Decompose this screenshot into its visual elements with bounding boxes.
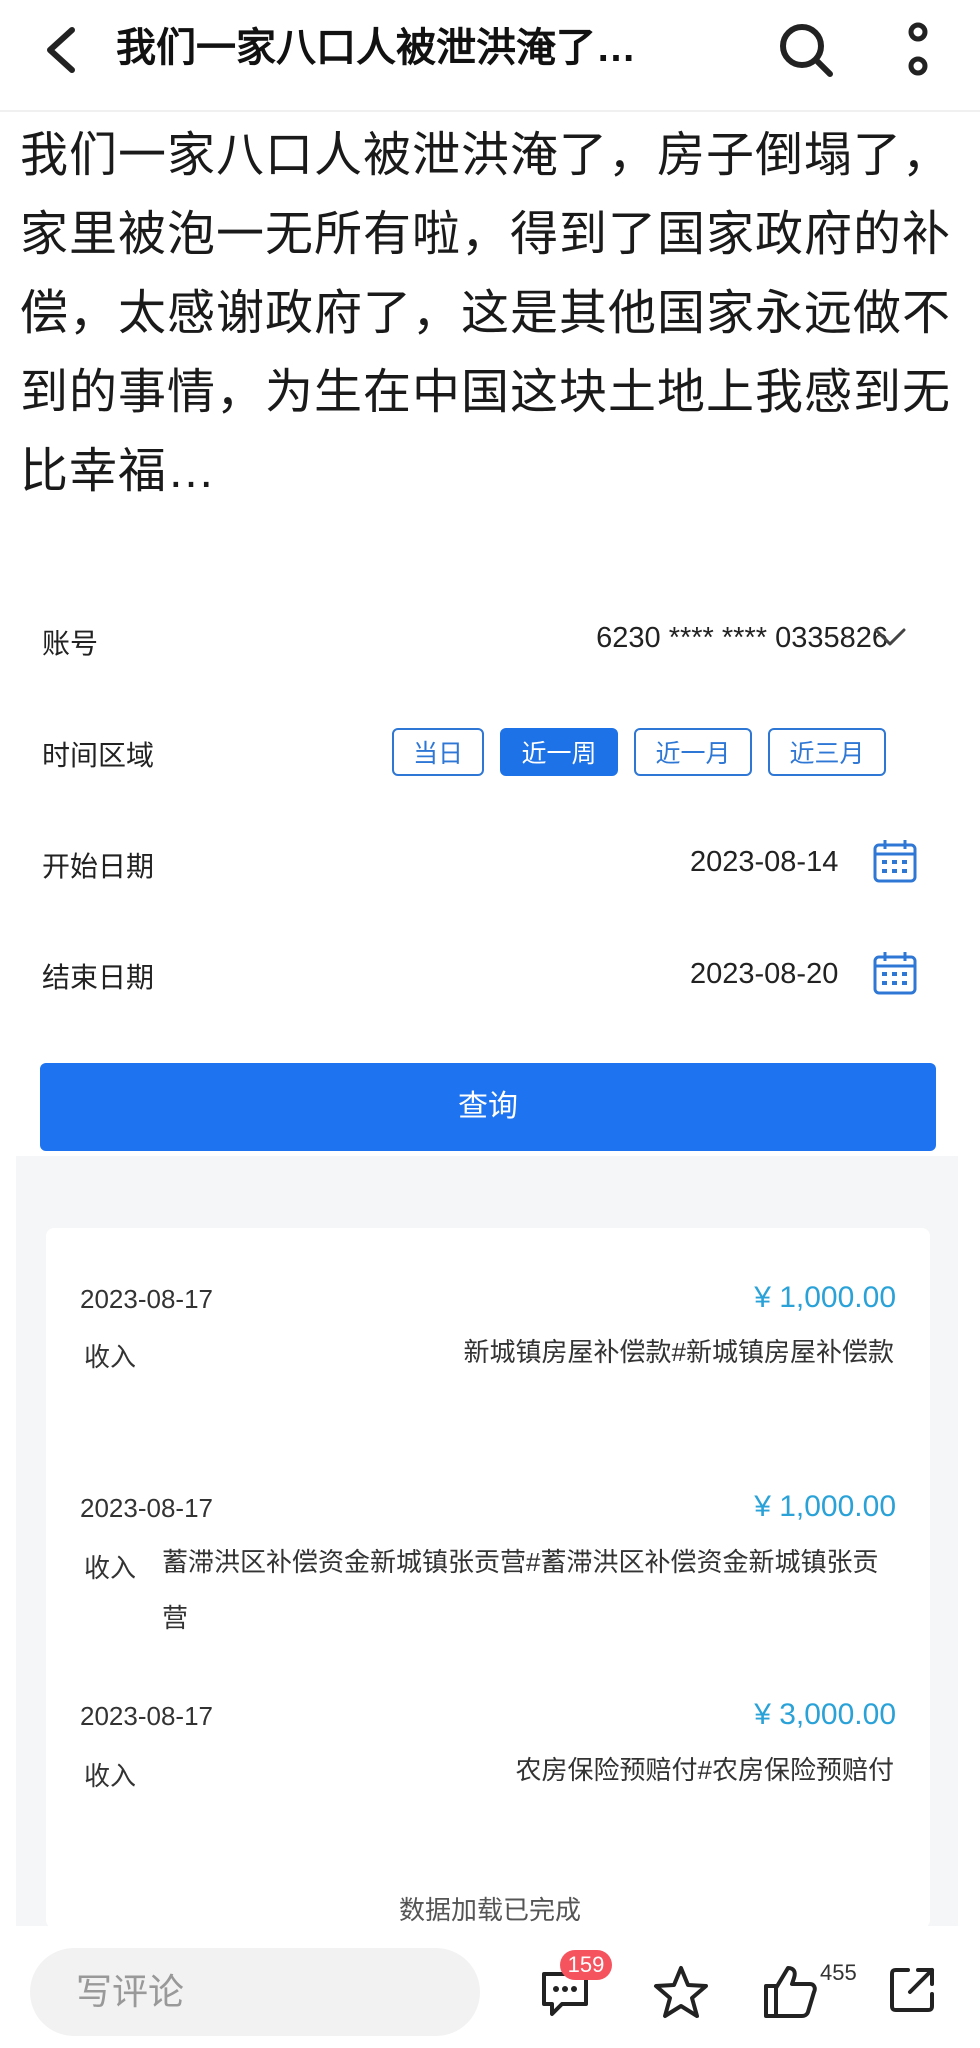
load-status: 数据加载已完成 xyxy=(398,1895,581,1925)
period-month-button[interactable]: 近一月 xyxy=(634,728,752,776)
transaction-type: 收入 xyxy=(84,1761,137,1791)
top-bar: 我们一家八口人被泄洪淹了… xyxy=(0,0,980,100)
transaction-amount: ¥ 3,000.00 xyxy=(754,1698,896,1731)
transaction-amount: ¥ 1,000.00 xyxy=(754,1281,896,1314)
transaction-type: 收入 xyxy=(84,1342,137,1372)
transaction-date: 2023-08-17 xyxy=(80,1284,213,1314)
start-date-value[interactable]: 2023-08-14 xyxy=(690,846,838,879)
transaction-desc: 蓄滞洪区补偿资金新城镇张贡营#蓄滞洪区补偿资金新城镇张贡营 xyxy=(162,1547,879,1633)
share-icon[interactable] xyxy=(886,1964,938,2016)
end-date-value[interactable]: 2023-08-20 xyxy=(690,958,838,991)
period-label: 时间区域 xyxy=(42,740,155,771)
chevron-down-icon[interactable] xyxy=(872,620,908,654)
comment-count-badge: 159 xyxy=(560,1950,612,1980)
more-options-icon[interactable] xyxy=(898,18,938,82)
like-count: 455 xyxy=(820,1960,857,1985)
account-label: 账号 xyxy=(42,628,99,659)
bottom-bar: 写评论 159 455 xyxy=(0,1928,980,2048)
transaction-date: 2023-08-17 xyxy=(80,1493,213,1523)
calendar-icon[interactable] xyxy=(872,950,918,996)
start-date-label: 开始日期 xyxy=(42,851,155,882)
transaction-type: 收入 xyxy=(84,1553,137,1583)
post-body: 我们一家八口人被泄洪淹了，房子倒塌了，家里被泡一无所有啦，得到了国家政府的补偿，… xyxy=(20,129,952,498)
star-icon[interactable] xyxy=(652,1964,710,2020)
period-week-button[interactable]: 近一周 xyxy=(500,728,618,776)
query-button[interactable]: 查询 xyxy=(40,1063,936,1151)
comment-input[interactable]: 写评论 xyxy=(30,1948,480,2036)
page-title: 我们一家八口人被泄洪淹了… xyxy=(116,26,636,70)
header-divider xyxy=(0,110,980,112)
period-today-button[interactable]: 当日 xyxy=(392,728,484,776)
transaction-date: 2023-08-17 xyxy=(80,1701,213,1731)
calendar-icon[interactable] xyxy=(872,838,918,884)
transaction-amount: ¥ 1,000.00 xyxy=(754,1490,896,1523)
transaction-desc: 新城镇房屋补偿款#新城镇房屋补偿款 xyxy=(463,1337,894,1367)
account-number: 6230 **** **** 0335826 xyxy=(596,622,888,654)
thumbs-up-icon[interactable] xyxy=(762,1962,818,2020)
transaction-desc: 农房保险预赔付#农房保险预赔付 xyxy=(515,1755,894,1785)
back-arrow-icon[interactable] xyxy=(38,22,88,78)
period-3month-button[interactable]: 近三月 xyxy=(768,728,886,776)
end-date-label: 结束日期 xyxy=(42,962,155,993)
search-icon[interactable] xyxy=(776,20,836,80)
